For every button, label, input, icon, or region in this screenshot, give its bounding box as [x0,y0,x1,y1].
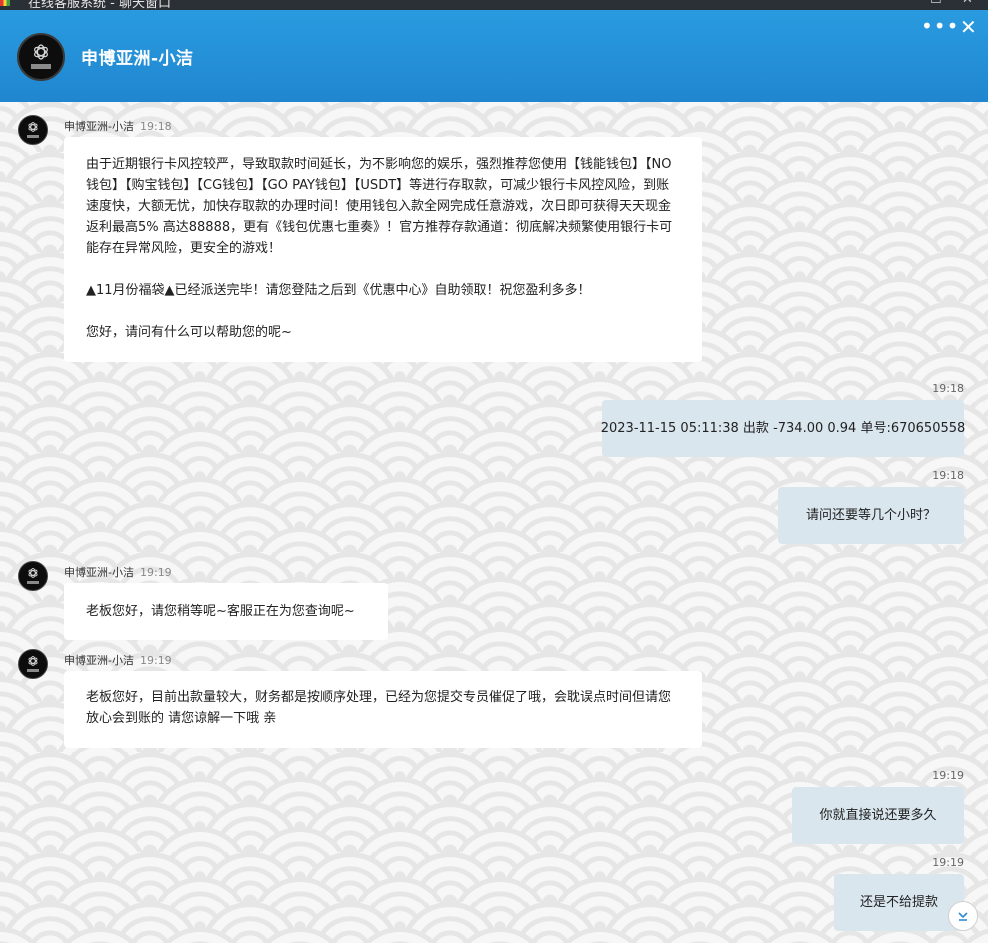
message-time: 19:19 [932,856,964,869]
agent-message-avatar [18,561,48,591]
incoming-message-bubble: 老板您好，请您稍等呢~客服正在为您查询呢~ [64,583,388,640]
flower-logo-icon [27,656,39,672]
sender-name: 申博亚洲-小洁 [64,120,134,133]
agent-name: 申博亚洲-小洁 [81,49,194,69]
scroll-to-bottom-button[interactable] [948,901,978,931]
flower-logo-icon [27,568,39,584]
outgoing-message-bubble: 你就直接说还要多久 [792,787,964,844]
sender-name: 申博亚洲-小洁 [64,654,134,667]
message-time: 19:19 [139,566,172,579]
app-icon [0,0,10,6]
agent-message-avatar [18,649,48,679]
incoming-message-bubble: 老板您好，目前出款量较大，财务都是按顺序处理，已经为您提交专员催促了哦，会耽误点… [64,671,702,748]
message-time: 19:19 [139,654,172,667]
agent-avatar [17,33,65,81]
message-paragraph: 老板您好，目前出款量较大，财务都是按顺序处理，已经为您提交专员催促了哦，会耽误点… [86,690,672,726]
outgoing-message-bubble: 请问还要等几个小时？ [778,487,964,544]
outgoing-message-bubble: 还是不给提款 [834,874,964,931]
incoming-message-bubble: 由于近期银行卡风控较严，导致取款时间延长，为不影响您的娱乐，强烈推荐您使用【钱能… [64,137,702,362]
os-titlebar: 在线客服系统 - 聊天窗口 ☐ ✕ [0,0,988,10]
message-sender-line: 申博亚洲-小洁 19:19 [64,564,172,580]
message-time: 19:18 [932,469,964,482]
chat-header: 申博亚洲-小洁 ••• ✕ [0,10,988,102]
flower-logo-icon [27,122,39,138]
chat-message-area[interactable]: 申博亚洲-小洁 19:18 由于近期银行卡风控较严，导致取款时间延长，为不影响您的… [0,102,988,943]
message-time: 19:18 [932,382,964,395]
chevron-down-icon [958,912,968,921]
outgoing-message-bubble: 2023-11-15 05:11:38 出款 -734.00 0.94 单号:6… [601,400,965,457]
window-title: 在线客服系统 - 聊天窗口 [28,0,171,10]
maximize-icon[interactable]: ☐ [930,0,942,7]
close-icon[interactable]: ✕ [960,17,977,37]
flower-logo-icon [31,44,51,69]
message-paragraph: 您好，请问有什么可以帮助您的呢~ [86,325,292,340]
sender-name: 申博亚洲-小洁 [64,566,134,579]
message-time: 19:19 [932,769,964,782]
message-sender-line: 申博亚洲-小洁 19:19 [64,652,172,668]
message-time: 19:18 [139,120,172,133]
message-sender-line: 申博亚洲-小洁 19:18 [64,118,172,134]
message-paragraph: 由于近期银行卡风控较严，导致取款时间延长，为不影响您的娱乐，强烈推荐您使用【钱能… [86,157,673,256]
message-paragraph: ▲11月份福袋▲已经派送完毕！请您登陆之后到《优惠中心》自助领取！祝您盈利多多！ [86,283,591,298]
agent-message-avatar [18,115,48,145]
more-options-icon[interactable]: ••• [921,16,959,36]
window-close-icon[interactable]: ✕ [962,0,973,7]
